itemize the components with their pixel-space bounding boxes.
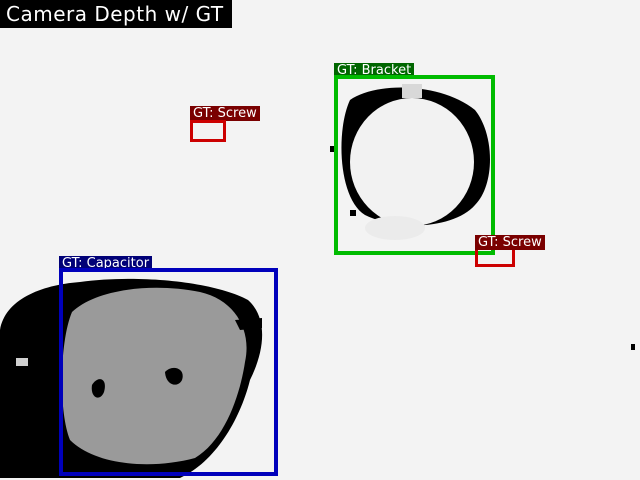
gt-screw-label: GT: Screw (475, 235, 545, 250)
stray-depth-pixel (631, 344, 635, 350)
gt-capacitor-box[interactable] (59, 268, 278, 476)
gt-screw-box[interactable] (190, 120, 226, 142)
view-title: Camera Depth w/ GT (0, 0, 232, 28)
gt-screw-label: GT: Screw (190, 106, 260, 121)
gt-bracket-box[interactable] (334, 75, 495, 255)
